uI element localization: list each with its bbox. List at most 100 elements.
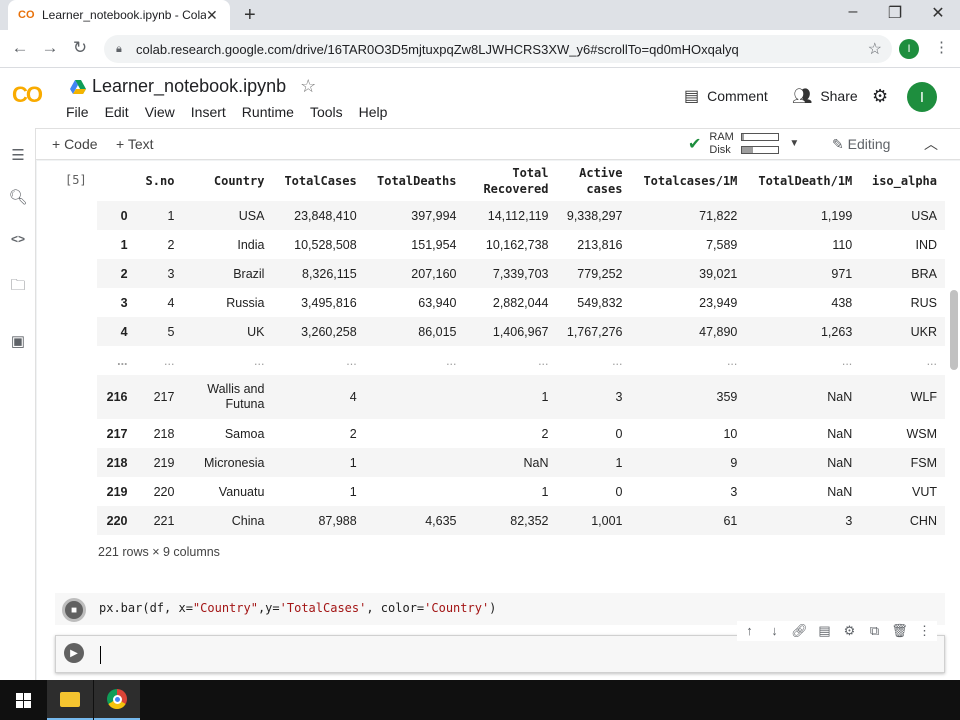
table-cell: 3 — [167, 266, 175, 281]
page-scrollbar[interactable] — [950, 290, 958, 370]
new-tab-button[interactable]: + — [244, 4, 256, 27]
code-snippets-icon[interactable]: <> — [8, 232, 28, 246]
settings-gear-icon[interactable]: ⚙ — [841, 623, 858, 639]
window-restore-button[interactable]: ❐ — [880, 3, 910, 23]
table-row: 1 2 India 10,528,508 151,954 10,162,738 213,81… — [97, 230, 945, 259]
reload-icon[interactable]: ↻ — [69, 38, 91, 58]
delete-trash-icon[interactable]: 🗑︎ — [891, 623, 908, 639]
settings-gear-icon[interactable]: ⚙ — [872, 86, 888, 107]
table-cell: China — [231, 513, 265, 528]
terminal-icon[interactable]: ▣ — [8, 332, 28, 350]
share-button[interactable]: 👥︎ Share — [792, 86, 858, 106]
people-icon: 👥︎ — [792, 88, 813, 105]
table-row: 3 4 Russia 3,495,816 63,940 2,882,044 549,832 2… — [97, 288, 945, 317]
table-cell: 9,338,297 — [566, 208, 623, 223]
table-cell: 2 — [349, 426, 357, 441]
row-index: 217 — [106, 426, 128, 441]
table-cell: NaN — [827, 426, 853, 441]
column-header: Country — [213, 174, 265, 188]
table-cell: 3 — [615, 390, 623, 404]
mirror-cell-icon[interactable]: ⧉ — [866, 623, 883, 639]
move-up-arrow-icon[interactable]: ↑ — [741, 623, 758, 639]
run-cell-icon[interactable]: ■ — [62, 598, 86, 622]
forward-arrow-icon[interactable]: → — [39, 38, 61, 58]
windows-start-button[interactable] — [0, 680, 46, 720]
table-cell: 7,589 — [706, 237, 738, 252]
window-close-button[interactable]: ✕ — [923, 3, 953, 23]
resources-indicator[interactable]: ✔ RAM Disk ▼ — [688, 131, 799, 156]
row-index: 0 — [120, 208, 128, 223]
table-cell: 8,326,115 — [302, 266, 357, 281]
table-cell: 1 — [615, 455, 623, 470]
editing-mode-button[interactable]: ✎ Editing — [832, 136, 890, 153]
code-string: 'Country' — [424, 601, 490, 615]
table-cell: 3,495,816 — [301, 295, 357, 310]
chrome-icon — [107, 689, 127, 709]
menu-file[interactable]: File — [66, 104, 89, 120]
row-index: 218 — [106, 455, 128, 470]
windows-taskbar — [0, 680, 960, 720]
table-of-contents-icon[interactable]: ☰ — [8, 146, 28, 164]
menu-runtime[interactable]: Runtime — [242, 104, 294, 120]
chevron-down-icon[interactable]: ▼ — [789, 138, 799, 149]
file-explorer-taskbar-item[interactable] — [47, 680, 93, 720]
table-cell: 87,988 — [318, 513, 357, 528]
url-text: colab.research.google.com/drive/16TAR0O3… — [136, 41, 739, 57]
notebook-title[interactable]: Learner_notebook.ipynb — [92, 76, 286, 97]
table-cell: 213,816 — [577, 237, 623, 252]
code-text[interactable]: px.bar(df, x="Country",y='TotalCases', c… — [99, 601, 496, 615]
table-row: 0 1 USA 23,848,410 397,994 14,112,119 9,338,29… — [97, 201, 945, 230]
move-down-arrow-icon[interactable]: ↓ — [766, 623, 783, 639]
comment-icon[interactable]: ▤ — [816, 623, 833, 639]
table-cell: 219 — [153, 455, 175, 470]
menu-insert[interactable]: Insert — [191, 104, 226, 120]
table-cell: BRA — [911, 266, 937, 281]
search-icon[interactable]: 🔍︎ — [8, 188, 28, 206]
table-cell: India — [237, 237, 265, 252]
table-cell: 0 — [615, 426, 623, 441]
user-avatar[interactable]: I — [907, 82, 937, 112]
column-header — [97, 161, 136, 201]
colab-logo[interactable]: CO — [12, 82, 43, 108]
dataframe-header-row: S.no Country TotalCases TotalDeaths Tota… — [97, 161, 945, 201]
column-header: TotalDeaths — [377, 174, 457, 188]
more-options-icon[interactable]: ⋮ — [916, 623, 933, 639]
menu-edit[interactable]: Edit — [105, 104, 129, 120]
table-cell: 7,339,703 — [492, 266, 549, 281]
files-folder-icon[interactable]: 🗀 — [8, 275, 28, 300]
table-cell: 47,890 — [699, 324, 738, 339]
browser-tab[interactable]: CO Learner_notebook.ipynb - Colab ✕ — [8, 0, 230, 30]
menu-view[interactable]: View — [145, 104, 175, 120]
dataframe-body: 0 1 USA 23,848,410 397,994 14,112,119 9,338,29… — [97, 201, 945, 535]
table-cell: FSM — [910, 455, 937, 470]
star-icon[interactable]: ☆ — [300, 76, 316, 97]
browser-profile-avatar[interactable]: I — [899, 39, 919, 59]
window-minimize-button[interactable]: – — [838, 3, 868, 21]
notebook-title-area: Learner_notebook.ipynb ☆ — [70, 76, 316, 97]
row-index: 216 — [106, 390, 128, 404]
browser-menu-icon[interactable]: ⋮ — [934, 38, 949, 56]
link-icon[interactable]: 🔗︎ — [791, 623, 808, 639]
back-arrow-icon[interactable]: ← — [9, 38, 31, 58]
table-row: 2 3 Brazil 8,326,115 207,160 7,339,703 779,252… — [97, 259, 945, 288]
tab-close-icon[interactable]: ✕ — [206, 7, 220, 24]
share-label: Share — [820, 88, 858, 104]
address-bar[interactable]: 🔒︎ colab.research.google.com/drive/16TAR… — [104, 35, 892, 63]
add-text-button[interactable]: + Text — [116, 136, 154, 152]
row-index: ... — [117, 353, 128, 368]
add-code-button[interactable]: + Code — [52, 136, 98, 152]
ram-meter — [741, 133, 780, 141]
table-cell: WLF — [910, 390, 937, 404]
run-cell-icon[interactable]: ▶ — [64, 643, 84, 663]
table-row: 218 219 Micronesia 1 NaN 1 9 NaN FSM — [97, 448, 945, 477]
chrome-taskbar-item[interactable] — [94, 680, 140, 720]
table-cell: 110 — [832, 237, 853, 252]
menu-help[interactable]: Help — [359, 104, 388, 120]
comment-button[interactable]: ▤ Comment — [684, 86, 768, 106]
chevron-up-icon[interactable]: ︿ — [924, 134, 938, 154]
table-cell: USA — [911, 208, 937, 223]
menu-tools[interactable]: Tools — [310, 104, 343, 120]
table-cell: 1,199 — [820, 208, 853, 223]
table-cell: 10,162,738 — [485, 237, 549, 252]
bookmark-star-icon[interactable]: ☆ — [868, 39, 882, 59]
